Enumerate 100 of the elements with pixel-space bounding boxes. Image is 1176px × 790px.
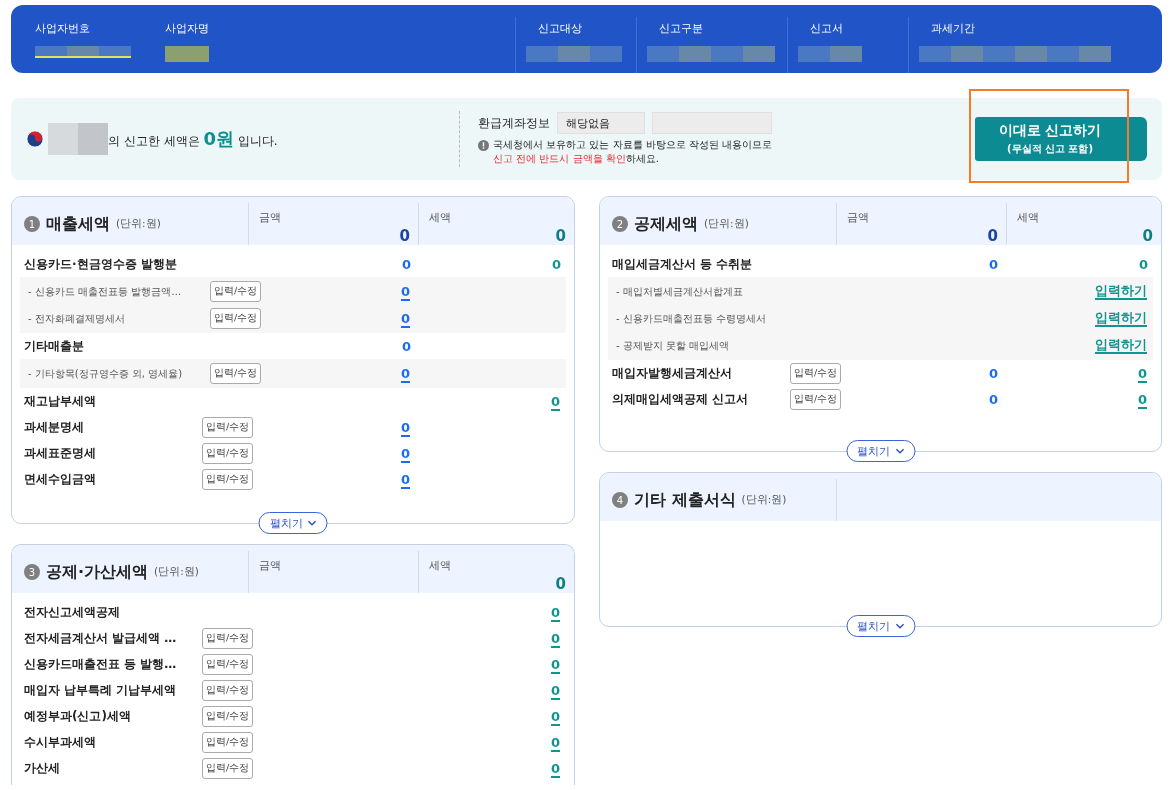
column-heading: 세액 [429, 211, 452, 225]
row-label: - 매입처별세금계산서합계표 [615, 284, 744, 299]
chevron-down-icon [895, 623, 904, 629]
edit-button[interactable]: 입력/수정 [202, 653, 254, 675]
edit-button[interactable]: 입력/수정 [202, 731, 254, 753]
row-label: 신용카드·현금영수증 발행분 [24, 255, 178, 273]
edit-button[interactable]: 입력/수정 [202, 468, 254, 490]
field-label: 신고서 [809, 21, 844, 36]
row-label: 전자신고세액공제 [24, 603, 121, 621]
tax-link[interactable]: 0 [549, 630, 561, 646]
total-value: 0 [399, 227, 410, 245]
row-label: 의제매입세액공제 신고서 [612, 390, 750, 408]
row-label: 예정부과(신고)세액 [24, 707, 132, 725]
amount-value: 0 [401, 338, 411, 354]
column-heading: 금액 [259, 211, 282, 225]
amount-link[interactable]: 0 [399, 445, 411, 461]
amount-link[interactable]: 0 [399, 471, 411, 487]
edit-button[interactable]: 입력/수정 [202, 627, 254, 649]
blurred-value [558, 46, 590, 62]
row-label: 기타매출분 [24, 337, 85, 355]
blurred-value [99, 46, 131, 58]
unit-label: (단위:원) [741, 493, 787, 507]
blurred-value [165, 46, 209, 62]
input-link[interactable]: 입력하기 [1094, 337, 1148, 354]
edit-button[interactable]: 입력/수정 [210, 363, 262, 384]
row-label: - 공제받지 못할 매입세액 [615, 338, 731, 353]
tax-link[interactable]: 0 [549, 656, 561, 672]
blurred-value [798, 46, 830, 62]
blurred-value [951, 46, 983, 62]
row-label: 과세표준명세 [24, 444, 97, 462]
chevron-down-icon [307, 520, 317, 526]
edit-button[interactable]: 입력/수정 [202, 705, 254, 727]
edit-button[interactable]: 입력/수정 [202, 757, 254, 779]
blurred-value [830, 46, 862, 62]
column-heading: 금액 [259, 559, 282, 573]
amount-value: 0 [401, 256, 411, 272]
emblem-icon [26, 130, 44, 148]
blurred-value [679, 46, 711, 62]
row-label: - 기타항목(정규영수증 외, 영세율) [27, 366, 184, 381]
blurred-value [919, 46, 951, 62]
edit-button[interactable]: 입력/수정 [202, 416, 254, 438]
amount-value: 0 [988, 256, 998, 272]
tax-link[interactable]: 0 [549, 604, 561, 620]
column-heading: 금액 [847, 211, 870, 225]
amount-link[interactable]: 0 [399, 366, 411, 381]
blurred-value [1079, 46, 1111, 62]
edit-button[interactable]: 입력/수정 [790, 362, 842, 384]
amount-value: 0 [988, 365, 998, 381]
tax-link[interactable]: 0 [549, 682, 561, 698]
amount-link[interactable]: 0 [399, 311, 411, 326]
input-link[interactable]: 입력하기 [1094, 283, 1148, 300]
edit-button[interactable]: 입력/수정 [210, 281, 262, 302]
tax-value: 0 [1138, 256, 1148, 272]
tax-link[interactable]: 0 [549, 760, 561, 776]
edit-button[interactable]: 입력/수정 [210, 308, 262, 329]
edit-button[interactable]: 입력/수정 [202, 679, 254, 701]
blurred-value [1015, 46, 1047, 62]
blurred-value [590, 46, 622, 62]
column-heading: 세액 [429, 559, 452, 573]
unit-label: (단위:원) [116, 217, 161, 231]
submit-button[interactable]: 이대로 신고하기 (무실적 신고 포함) [975, 117, 1147, 161]
row-label: - 신용카드 매출전표등 발행금액… [27, 284, 183, 299]
field-label: 신고대상 [537, 21, 583, 36]
row-label: 수시부과세액 [24, 733, 97, 751]
section-title: 기타 제출서식 [634, 489, 736, 511]
amount-link[interactable]: 0 [399, 419, 411, 435]
section-number: 3 [24, 564, 40, 580]
field-label: 사업자명 [165, 21, 210, 36]
alert-icon [478, 140, 489, 151]
tax-link[interactable]: 0 [1136, 391, 1148, 407]
section-number: 1 [24, 216, 40, 232]
total-value: 0 [987, 227, 998, 245]
tax-link[interactable]: 0 [549, 393, 561, 409]
tax-link[interactable]: 0 [549, 734, 561, 750]
edit-button[interactable]: 입력/수정 [202, 442, 254, 464]
blurred-value [1047, 46, 1079, 62]
field-label: 신고구분 [658, 21, 704, 36]
edit-button[interactable]: 입력/수정 [790, 388, 842, 410]
row-label: 면세수입금액 [24, 470, 97, 488]
section-number: 2 [612, 216, 628, 232]
expand-button[interactable]: 펼치기 [258, 512, 328, 534]
tax-link[interactable]: 0 [549, 708, 561, 724]
column-heading: 세액 [1017, 211, 1040, 225]
blurred-value [526, 46, 558, 62]
row-label: 가산세 [24, 759, 61, 777]
tax-link[interactable]: 0 [1136, 365, 1148, 381]
total-value: 0 [1142, 227, 1153, 245]
amount-link[interactable]: 0 [399, 284, 411, 299]
expand-button[interactable]: 펼치기 [846, 615, 915, 637]
blurred-value [647, 46, 679, 62]
input-link[interactable]: 입력하기 [1094, 310, 1148, 327]
amount-value: 0 [988, 391, 998, 407]
field-label: 사업자번호 [35, 21, 91, 36]
unit-label: (단위:원) [154, 565, 199, 579]
row-label: 신용카드매출전표 등 발행… [24, 655, 178, 673]
blurred-value [67, 46, 99, 58]
expand-button[interactable]: 펼치기 [846, 440, 915, 462]
row-label: 과세분명세 [24, 418, 85, 436]
field-label: 과세기간 [930, 21, 976, 36]
section-title: 매출세액 [46, 213, 110, 235]
